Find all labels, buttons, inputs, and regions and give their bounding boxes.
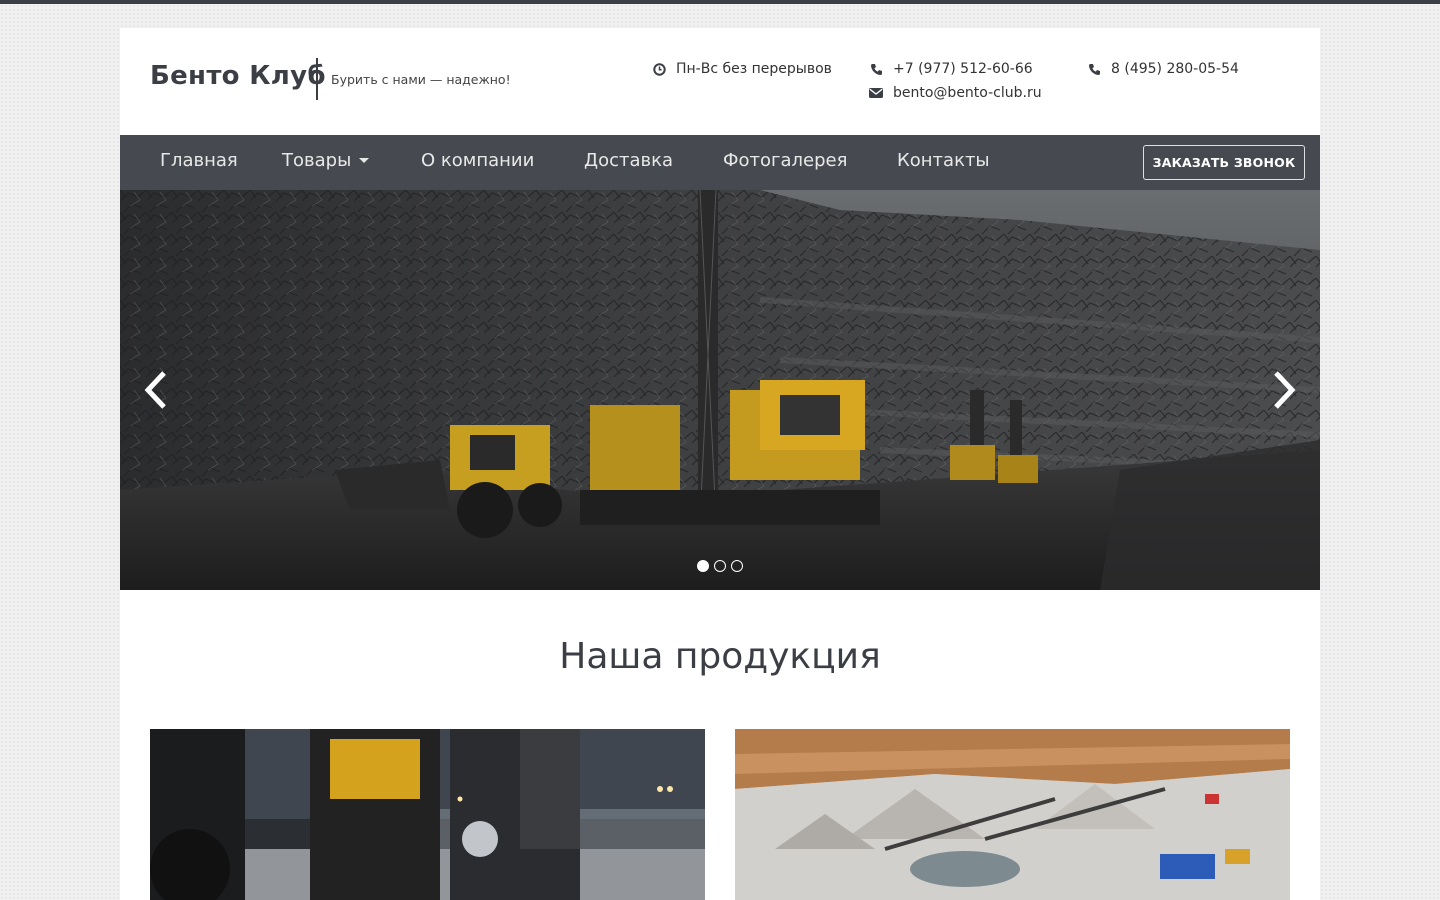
- product-card-quarry[interactable]: [735, 729, 1290, 900]
- page-container: Бенто Клуб Бурить с нами — надежно! Пн-В…: [120, 28, 1320, 900]
- top-accent-bar: [0, 0, 1440, 4]
- slider-pagination: [697, 560, 743, 572]
- slider-next-button[interactable]: [1264, 365, 1304, 415]
- nav-item-label: Фотогалерея: [723, 150, 848, 171]
- email-contact[interactable]: bento@bento-club.ru: [869, 85, 1042, 101]
- nav-item-delivery[interactable]: Доставка: [584, 135, 673, 190]
- phone-icon: [869, 62, 883, 76]
- email-text: bento@bento-club.ru: [893, 85, 1042, 101]
- working-hours: Пн-Вс без перерывов: [652, 61, 832, 77]
- chevron-left-icon: [144, 371, 166, 409]
- slider-dot-1[interactable]: [697, 560, 709, 572]
- logo-divider: [316, 58, 318, 100]
- phone-landline-text: 8 (495) 280-05-54: [1111, 61, 1239, 77]
- phone-mobile-text: +7 (977) 512-60-66: [893, 61, 1033, 77]
- hero-slider: [120, 190, 1320, 590]
- slider-dot-2[interactable]: [714, 560, 726, 572]
- product-image: [150, 729, 705, 900]
- product-image: [735, 729, 1290, 900]
- clock-icon: [652, 62, 666, 76]
- nav-item-products[interactable]: Товары: [282, 135, 370, 190]
- products-section-title: Наша продукция: [559, 636, 881, 677]
- phone-icon: [1087, 62, 1101, 76]
- phone-mobile[interactable]: +7 (977) 512-60-66: [869, 61, 1033, 77]
- slider-dot-3[interactable]: [731, 560, 743, 572]
- nav-item-label: Контакты: [897, 150, 990, 171]
- nav-item-contacts[interactable]: Контакты: [897, 135, 990, 190]
- phone-landline[interactable]: 8 (495) 280-05-54: [1087, 61, 1239, 77]
- nav-item-about[interactable]: О компании: [421, 135, 534, 190]
- slider-prev-button[interactable]: [136, 365, 176, 415]
- nav-item-label: Товары: [282, 150, 352, 171]
- nav-item-label: О компании: [421, 150, 535, 171]
- nav-item-label: Главная: [160, 150, 238, 171]
- nav-item-gallery[interactable]: Фотогалерея: [723, 135, 847, 190]
- nav-item-label: Доставка: [584, 150, 673, 171]
- product-card-drilling[interactable]: [150, 729, 705, 900]
- site-header: Бенто Клуб Бурить с нами — надежно! Пн-В…: [120, 28, 1320, 135]
- site-slogan: Бурить с нами — надежно!: [331, 72, 511, 87]
- caret-down-icon: [359, 157, 370, 163]
- chevron-right-icon: [1274, 371, 1296, 409]
- hero-slide-image: [120, 190, 1320, 590]
- nav-item-home[interactable]: Главная: [160, 135, 238, 190]
- site-logo[interactable]: Бенто Клуб: [150, 61, 326, 91]
- working-hours-text: Пн-Вс без перерывов: [676, 61, 832, 77]
- main-navigation: Главная Товары О компании Доставка Фотог…: [120, 135, 1320, 190]
- order-call-button[interactable]: ЗАКАЗАТЬ ЗВОНОК: [1143, 145, 1305, 180]
- envelope-icon: [869, 86, 883, 100]
